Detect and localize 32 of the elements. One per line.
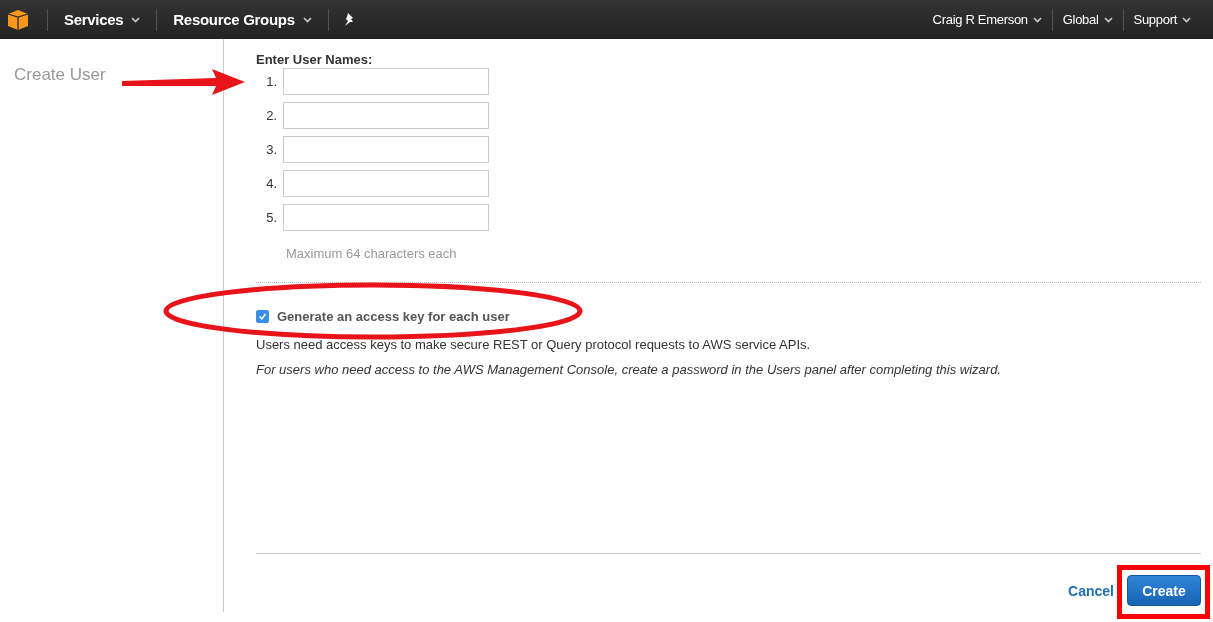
nav-menu[interactable]: Global: [1052, 12, 1123, 27]
wizard-step-title: Create User: [14, 65, 106, 85]
user-name-field[interactable]: [283, 102, 489, 129]
checkmark-icon: [258, 312, 267, 321]
nav-menu[interactable]: Services: [48, 11, 157, 28]
user-name-field[interactable]: [283, 68, 489, 95]
cancel-link[interactable]: Cancel: [1068, 575, 1114, 607]
hint-text: Maximum 64 characters each: [286, 246, 458, 261]
field-number: 2.: [265, 108, 277, 123]
caret-icon: [1103, 16, 1113, 23]
user-name-field[interactable]: [283, 204, 489, 231]
nav-menu[interactable]: Resource Groups: [157, 11, 328, 28]
info-text: For users who need access to the AWS Management Console, create a password in the Users panel after completing this wizard.: [256, 362, 1002, 377]
pin-icon[interactable]: [342, 12, 356, 27]
cube-icon[interactable]: [7, 8, 29, 31]
caret-icon: [1032, 16, 1042, 23]
checkbox[interactable]: [256, 310, 269, 323]
field-number: 5.: [265, 210, 277, 225]
info-text: Users need access keys to make secure REST or Query protocol requests to AWS service APIs.: [256, 337, 812, 352]
nav-menu[interactable]: Craig R Emerson: [922, 12, 1052, 27]
user-name-field[interactable]: [283, 170, 489, 197]
caret-icon: [1182, 16, 1191, 23]
field-number: 3.: [265, 142, 277, 157]
field-number: 1.: [265, 74, 277, 89]
nav-menu[interactable]: Support: [1123, 12, 1201, 27]
create-button[interactable]: Create: [1127, 575, 1201, 606]
field-number: 4.: [265, 176, 277, 191]
checkbox-label: Generate an access key for each user: [277, 309, 510, 324]
caret-icon: [131, 16, 141, 23]
caret-icon: [302, 16, 312, 23]
user-name-field[interactable]: [283, 136, 489, 163]
field-heading: Enter User Names:: [256, 52, 374, 67]
